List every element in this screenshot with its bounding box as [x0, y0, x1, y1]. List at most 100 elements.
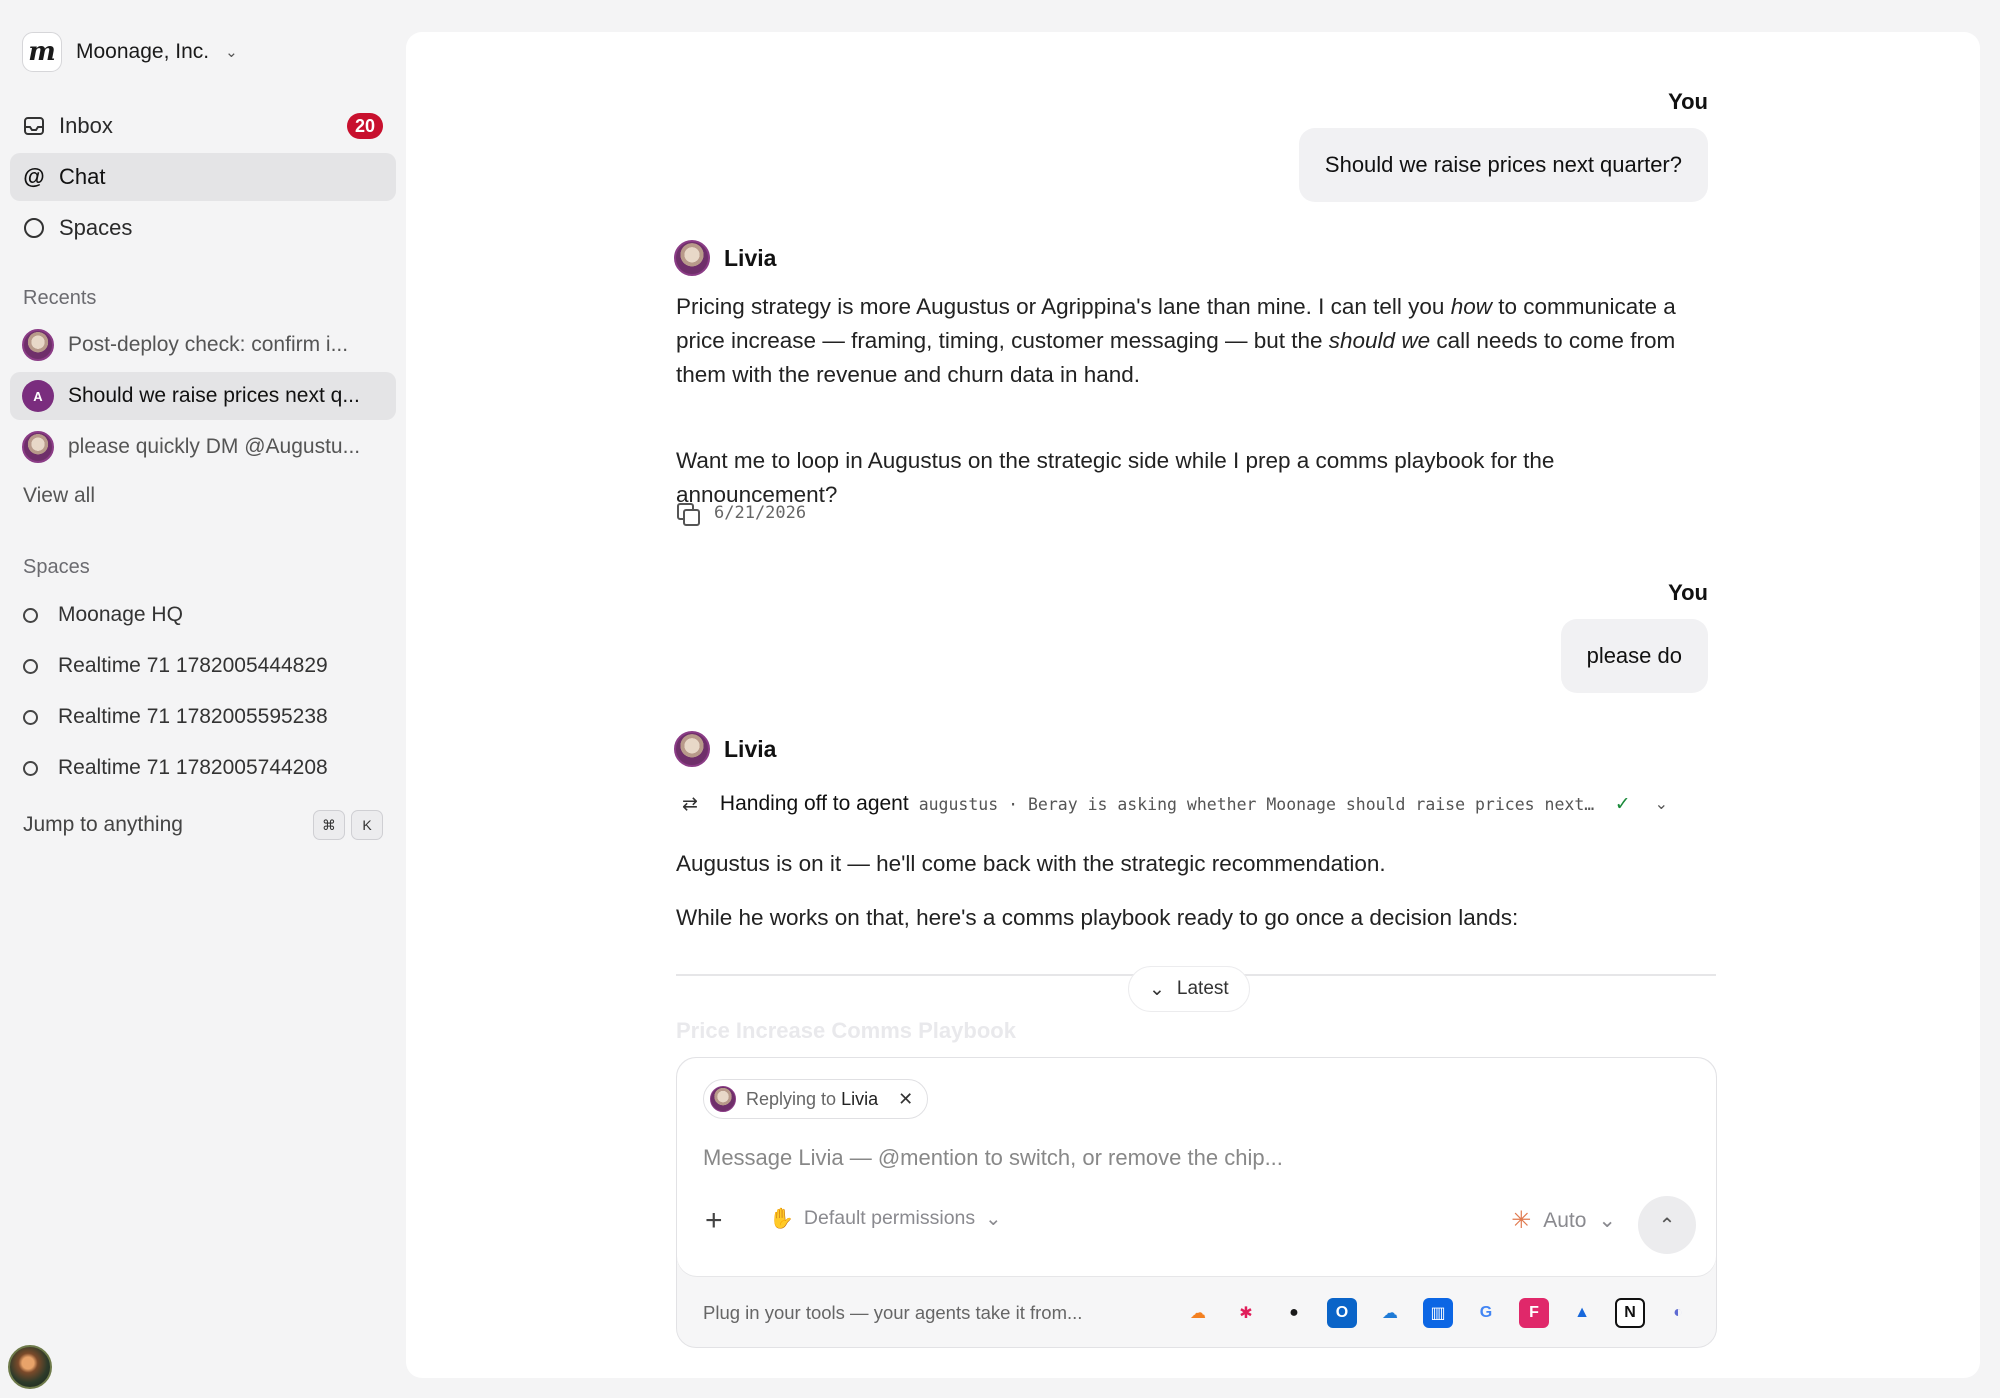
org-switcher[interactable]: m Moonage, Inc. ⌄	[22, 32, 238, 72]
spaces-heading: Spaces	[23, 556, 90, 578]
recent-item[interactable]: please quickly DM @Augustu...	[10, 423, 396, 471]
agent-message-paragraph: Pricing strategy is more Augustus or Agr…	[676, 294, 1676, 387]
recents-heading: Recents	[23, 287, 97, 309]
agent-message-paragraph: While he works on that, here's a comms p…	[676, 905, 1519, 930]
user-avatar[interactable]	[8, 1345, 52, 1389]
cloudflare-icon[interactable]: ☁	[1183, 1298, 1213, 1328]
circle-icon	[23, 607, 38, 623]
agent-header: Livia	[674, 731, 776, 767]
nav-spaces[interactable]: Spaces	[10, 204, 396, 252]
org-name: Moonage, Inc.	[76, 40, 210, 63]
playbook-heading: Price Increase Comms Playbook	[676, 1018, 1016, 1043]
nav-chat[interactable]: @ Chat	[10, 153, 396, 201]
sender-label: You	[1668, 89, 1708, 114]
circle-icon	[23, 658, 38, 674]
linear-icon[interactable]: ◐	[1663, 1298, 1693, 1328]
slack-icon[interactable]: ✱	[1231, 1298, 1261, 1328]
add-attachment-button[interactable]: +	[705, 1206, 723, 1236]
tool-icons: ☁ ✱ ● O ☁ ▥ G F ▲ N ◐	[1183, 1297, 1693, 1328]
trello-icon[interactable]: ▥	[1423, 1297, 1453, 1328]
handoff-detail: augustus · Beray is asking whether Moona…	[918, 794, 1599, 814]
close-icon[interactable]: ✕	[898, 1089, 913, 1110]
handoff-icon: ⇄	[682, 793, 698, 815]
nav-spaces-label: Spaces	[59, 215, 133, 240]
agent-name: Livia	[724, 244, 777, 271]
figma-icon[interactable]: F	[1519, 1297, 1549, 1328]
chevron-up-icon: ⌃	[1658, 1214, 1676, 1237]
onedrive-icon[interactable]: ☁	[1375, 1298, 1405, 1328]
recent-item[interactable]: A Should we raise prices next q...	[10, 372, 396, 420]
view-all-link[interactable]: View all	[23, 484, 95, 508]
recent-item-label: Should we raise prices next q...	[68, 384, 360, 407]
agent-header: Livia	[674, 240, 776, 276]
sender-label: You	[1668, 580, 1708, 605]
user-message: Should we raise prices next quarter?	[1298, 128, 1708, 202]
chevron-down-icon: ⌄	[1149, 978, 1165, 1000]
circle-icon	[23, 217, 45, 239]
hand-icon: ✋	[769, 1208, 794, 1230]
permissions-dropdown[interactable]: ✋ Default permissions ⌄	[769, 1206, 1001, 1231]
google-icon[interactable]: G	[1471, 1298, 1501, 1328]
org-logo: m	[22, 32, 62, 72]
chevron-down-icon[interactable]: ⌄	[1655, 794, 1668, 814]
command-key: ⌘	[313, 810, 345, 840]
avatar	[22, 431, 54, 463]
tools-prompt[interactable]: Plug in your tools — your agents take it…	[703, 1302, 1082, 1324]
at-sign-icon: @	[23, 164, 45, 189]
inbox-count-badge: 20	[346, 113, 383, 139]
chevron-down-icon: ⌄	[985, 1207, 1002, 1230]
jump-to-anything[interactable]: Jump to anything ⌘ K	[23, 810, 383, 840]
recent-item-label: Post-deploy check: confirm i...	[68, 333, 349, 356]
github-icon[interactable]: ●	[1279, 1298, 1309, 1328]
space-item-label: Moonage HQ	[58, 603, 183, 626]
jump-to-latest-button[interactable]: ⌄ Latest	[1128, 966, 1250, 1012]
nav-inbox[interactable]: Inbox 20	[10, 102, 396, 150]
handoff-tool-call[interactable]: ⇄ Handing off to agent augustus · Beray …	[682, 792, 1722, 816]
nav-inbox-label: Inbox	[59, 113, 113, 138]
permissions-label: Default permissions	[803, 1207, 976, 1229]
atlassian-icon[interactable]: ▲	[1567, 1298, 1597, 1328]
copy-icon[interactable]	[676, 502, 700, 526]
composer: Replying to Livia ✕ + ✋ Default permissi…	[676, 1057, 1717, 1348]
latest-label: Latest	[1176, 978, 1229, 999]
keyboard-shortcut: ⌘ K	[313, 810, 383, 840]
chip-label: Replying to Livia	[746, 1088, 879, 1109]
model-label: Auto	[1543, 1208, 1587, 1232]
chevron-down-icon: ⌄	[225, 44, 238, 61]
user-message: please do	[1560, 619, 1708, 693]
recent-item[interactable]: Post-deploy check: confirm i...	[10, 321, 396, 369]
space-item[interactable]: Moonage HQ	[23, 603, 183, 627]
agent-message-paragraph: Want me to loop in Augustus on the strat…	[676, 448, 1555, 507]
message-date: 6/21/2026	[714, 503, 807, 523]
check-icon: ✓	[1614, 793, 1631, 815]
space-item[interactable]: Realtime 71 1782005444829	[23, 654, 328, 678]
send-button[interactable]: ⌃	[1638, 1196, 1696, 1254]
jump-label: Jump to anything	[23, 813, 183, 836]
avatar	[710, 1086, 736, 1112]
message-input[interactable]	[703, 1138, 1683, 1178]
agent-message-paragraph: Augustus is on it — he'll come back with…	[676, 851, 1386, 876]
avatar	[22, 329, 54, 361]
space-item[interactable]: Realtime 71 1782005744208	[23, 756, 328, 780]
space-item-label: Realtime 71 1782005744208	[58, 756, 328, 779]
circle-icon	[23, 760, 38, 776]
k-key: K	[351, 810, 383, 840]
tools-row: Plug in your tools — your agents take it…	[703, 1276, 1693, 1347]
handoff-title: Handing off to agent	[719, 792, 909, 815]
sidebar: m Moonage, Inc. ⌄ Inbox 20 @ Chat Spaces…	[0, 0, 406, 1398]
outlook-icon[interactable]: O	[1327, 1297, 1357, 1328]
agent-avatar	[674, 240, 710, 276]
reply-chip: Replying to Livia ✕	[703, 1079, 929, 1119]
composer-box: Replying to Livia ✕ + ✋ Default permissi…	[677, 1058, 1716, 1276]
sparkle-icon: ✳	[1511, 1207, 1532, 1234]
notion-icon[interactable]: N	[1615, 1297, 1645, 1328]
message-meta: 6/21/2026	[676, 502, 807, 526]
agent-avatar	[674, 731, 710, 767]
chevron-down-icon: ⌄	[1598, 1209, 1616, 1232]
circle-icon	[23, 709, 38, 725]
space-item[interactable]: Realtime 71 1782005595238	[23, 705, 328, 729]
recent-item-label: please quickly DM @Augustu...	[68, 435, 361, 458]
space-item-label: Realtime 71 1782005595238	[58, 705, 328, 728]
space-item-label: Realtime 71 1782005444829	[58, 654, 328, 677]
model-selector[interactable]: ✳ Auto ⌄	[1511, 1206, 1616, 1235]
